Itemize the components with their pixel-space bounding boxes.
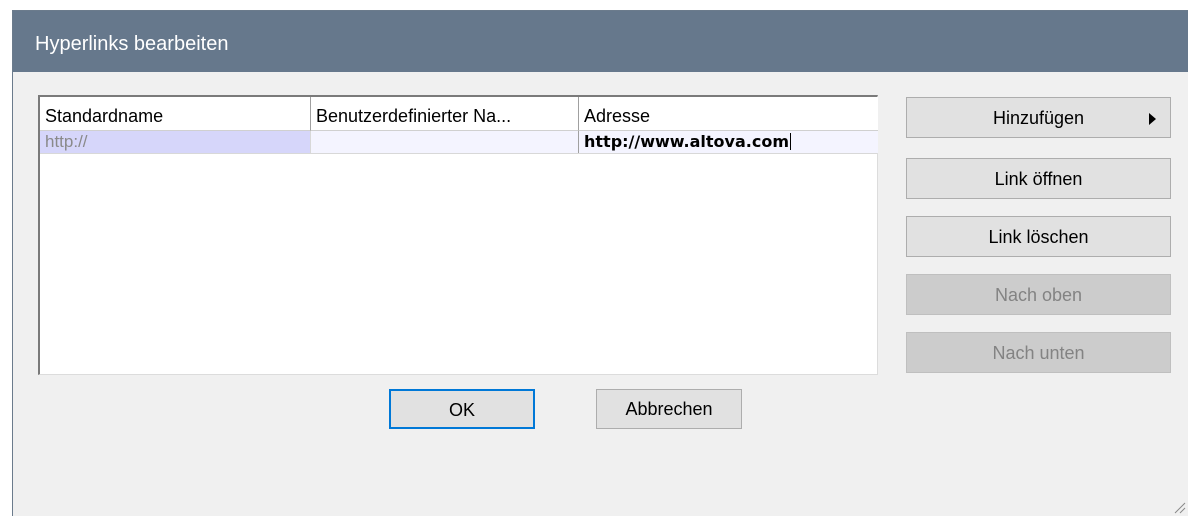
move-up-button[interactable]: Nach oben xyxy=(906,274,1171,315)
column-header-standardname[interactable]: Standardname xyxy=(40,97,310,131)
text-cursor xyxy=(790,133,791,150)
move-down-button[interactable]: Nach unten xyxy=(906,332,1171,373)
cell-adresse-editor[interactable]: http://www.altova.com xyxy=(578,131,878,153)
column-header-benutzerdefinierter-name[interactable]: Benutzerdefinierter Na... xyxy=(310,97,578,131)
hyperlinks-table: Standardname Benutzerdefinierter Na... A… xyxy=(38,95,878,375)
dialog-title: Hyperlinks bearbeiten xyxy=(35,33,229,55)
table-header: Standardname Benutzerdefinierter Na... A… xyxy=(40,97,878,131)
submenu-arrow-icon xyxy=(1149,113,1156,125)
cancel-button[interactable]: Abbrechen xyxy=(596,389,742,429)
delete-link-button[interactable]: Link löschen xyxy=(906,216,1171,257)
ok-button[interactable]: OK xyxy=(389,389,535,429)
title-bar[interactable]: Hyperlinks bearbeiten xyxy=(13,11,1188,72)
open-link-button[interactable]: Link öffnen xyxy=(906,158,1171,199)
table-row[interactable]: http:// http://www.altova.com xyxy=(40,131,878,154)
resize-grip-icon[interactable] xyxy=(1172,500,1186,514)
cell-adresse-text: http://www.altova.com xyxy=(584,132,789,151)
add-button-label: Hinzufügen xyxy=(992,108,1085,128)
add-button[interactable]: Hinzufügen xyxy=(906,97,1171,138)
cell-standardname[interactable]: http:// xyxy=(40,131,310,153)
hyperlinks-dialog: Hyperlinks bearbeiten Standardname Benut… xyxy=(12,10,1188,516)
column-header-adresse[interactable]: Adresse xyxy=(578,97,878,131)
cell-benutzerdefinierter-name[interactable] xyxy=(310,131,578,153)
